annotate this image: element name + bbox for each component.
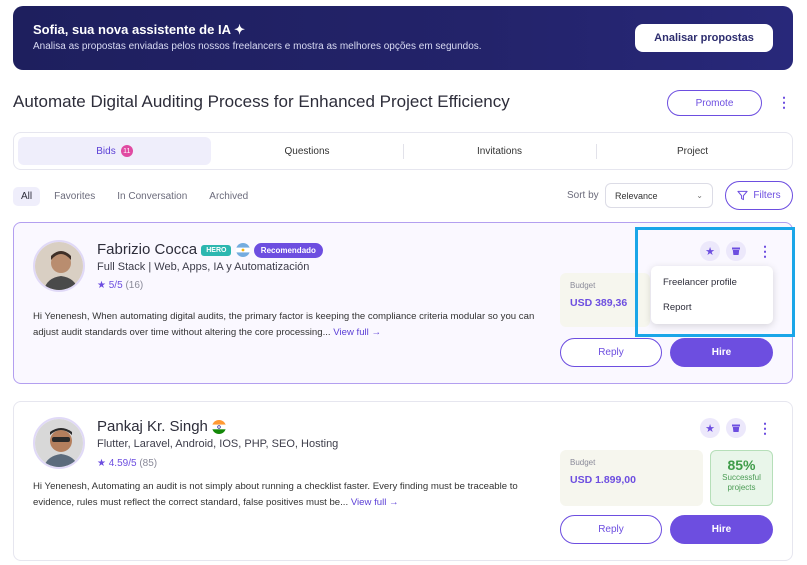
- sort-select[interactable]: Relevance ⌄: [605, 183, 713, 208]
- star-icon: ★: [97, 280, 106, 291]
- budget-box: Budget USD 1.899,00: [560, 450, 703, 506]
- reply-button[interactable]: Reply: [560, 515, 662, 544]
- india-flag-icon: [212, 420, 227, 435]
- avatar[interactable]: [33, 240, 85, 292]
- budget-label: Budget: [570, 458, 596, 467]
- freelancer-role: Flutter, Laravel, Android, IOS, PHP, SEO…: [97, 438, 339, 450]
- bid-filter-chips: All Favorites In Conversation Archived: [13, 185, 262, 207]
- promote-button[interactable]: Promote: [667, 90, 762, 116]
- bids-count-badge: 11: [120, 145, 133, 157]
- hero-badge: HERO: [201, 244, 232, 256]
- bid-card: Pankaj Kr. Singh Flutter, Laravel, Andro…: [13, 401, 793, 561]
- banner-subtitle: Analisa as propostas enviadas pelos noss…: [33, 41, 482, 52]
- page-title: Automate Digital Auditing Process for En…: [13, 92, 510, 111]
- success-rate-label: Successful projects: [722, 473, 761, 492]
- filter-archived[interactable]: Archived: [201, 187, 256, 206]
- argentina-flag-icon: [235, 243, 250, 258]
- filter-favorites[interactable]: Favorites: [46, 187, 103, 206]
- filter-all[interactable]: All: [13, 186, 41, 206]
- view-full-link[interactable]: View full →: [351, 497, 399, 508]
- budget-value: USD 389,36: [570, 297, 628, 309]
- bid-description: Hi Yenenesh, Automating an audit is not …: [33, 479, 553, 511]
- analyze-proposals-button[interactable]: Analisar propostas: [635, 24, 773, 52]
- sort-value: Relevance: [615, 190, 658, 201]
- recommended-badge: Recomendado: [253, 242, 323, 258]
- bid-text: Hi Yenenesh, Automating an audit is not …: [33, 481, 518, 508]
- sort-label: Sort by: [567, 190, 599, 201]
- tab-questions[interactable]: Questions: [211, 137, 403, 165]
- project-more-icon[interactable]: ⋮: [777, 95, 791, 109]
- budget-label: Budget: [570, 281, 596, 290]
- archive-icon[interactable]: [726, 418, 746, 438]
- tab-bids[interactable]: Bids 11: [18, 137, 211, 165]
- freelancer-name-row: Pankaj Kr. Singh: [97, 418, 227, 435]
- view-full-link[interactable]: View full →: [333, 327, 381, 338]
- tabs-bar: Bids 11 Questions Invitations Project: [13, 132, 793, 170]
- rating-value: 4.59/5: [108, 458, 137, 469]
- success-rate-box: 85% Successful projects: [710, 450, 773, 506]
- tab-bids-label: Bids: [96, 145, 116, 157]
- review-count: (16): [125, 280, 144, 291]
- freelancer-name[interactable]: Pankaj Kr. Singh: [97, 418, 208, 435]
- bid-more-icon[interactable]: ⋮: [758, 421, 772, 435]
- freelancer-role: Full Stack | Web, Apps, IA y Automatizac…: [97, 261, 310, 273]
- filter-in-conversation[interactable]: In Conversation: [109, 187, 195, 206]
- tab-project[interactable]: Project: [596, 137, 789, 165]
- hire-button[interactable]: Hire: [670, 515, 773, 544]
- favorite-star-icon[interactable]: ★: [700, 418, 720, 438]
- freelancer-name[interactable]: Fabrizio Cocca: [97, 241, 197, 258]
- bid-text: Hi Yenenesh, When automating digital aud…: [33, 311, 535, 338]
- ai-assistant-banner: Sofia, sua nova assistente de IA ✦ Anali…: [13, 6, 793, 70]
- filters-button-label: Filters: [753, 190, 781, 201]
- budget-value: USD 1.899,00: [570, 474, 636, 486]
- reply-button[interactable]: Reply: [560, 338, 662, 367]
- filter-icon: [737, 190, 748, 201]
- banner-title: Sofia, sua nova assistente de IA ✦: [33, 22, 245, 37]
- freelancer-name-row: Fabrizio Cocca HERO Recomendado: [97, 241, 323, 258]
- filters-button[interactable]: Filters: [725, 181, 793, 210]
- chevron-down-icon: ⌄: [696, 191, 703, 200]
- star-icon: ★: [97, 458, 106, 469]
- tab-invitations[interactable]: Invitations: [403, 137, 596, 165]
- review-count: (85): [139, 458, 158, 469]
- rating-value: 5/5: [108, 280, 123, 291]
- avatar[interactable]: [33, 417, 85, 469]
- rating: ★ 5/5 (16): [97, 280, 143, 291]
- focus-highlight-box: [635, 227, 795, 337]
- rating: ★ 4.59/5 (85): [97, 458, 157, 469]
- success-rate-value: 85%: [727, 457, 756, 473]
- hire-button[interactable]: Hire: [670, 338, 773, 367]
- bid-description: Hi Yenenesh, When automating digital aud…: [33, 309, 553, 341]
